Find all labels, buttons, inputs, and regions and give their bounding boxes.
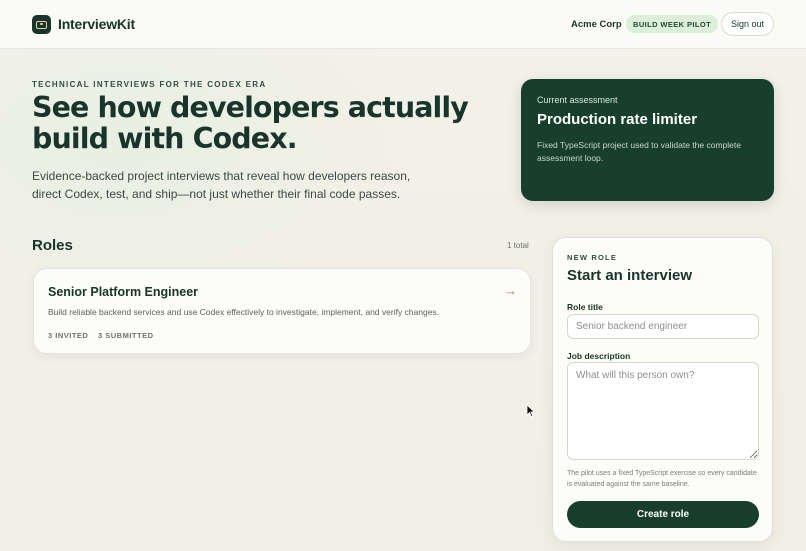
new-role-form: NEW ROLE Start an interview Role title J…	[552, 237, 773, 542]
mouse-pointer-icon	[526, 404, 536, 418]
sign-out-button[interactable]: Sign out	[721, 12, 774, 36]
assessment-label: Current assessment	[537, 95, 618, 105]
assessment-description: Fixed TypeScript project used to validat…	[537, 140, 741, 163]
hero-eyebrow: TECHNICAL INTERVIEWS FOR THE CODEX ERA	[32, 80, 267, 89]
hero-title: See how developers actually build with C…	[32, 91, 469, 155]
form-note: The pilot uses a fixed TypeScript exerci…	[567, 470, 757, 488]
form-eyebrow: NEW ROLE	[567, 253, 618, 262]
job-description-label: Job description	[567, 351, 631, 361]
role-invited-count: 3 INVITED	[48, 331, 89, 340]
pilot-badge: BUILD WEEK PILOT	[626, 15, 719, 33]
roles-heading: Roles	[32, 237, 73, 254]
roles-count: 1 total	[507, 241, 529, 250]
role-title-label: Role title	[567, 302, 603, 312]
role-submitted-count: 3 SUBMITTED	[98, 331, 154, 340]
job-description-textarea[interactable]	[567, 362, 759, 460]
brand-name: InterviewKit	[58, 16, 135, 32]
role-description: Build reliable backend services and use …	[48, 307, 440, 317]
organization-name: Acme Corp	[571, 19, 622, 30]
interviewkit-logo-icon	[32, 15, 51, 34]
role-card[interactable]: Senior Platform Engineer → Build reliabl…	[33, 268, 531, 354]
assessment-title: Production rate limiter	[537, 111, 698, 128]
form-heading: Start an interview	[567, 267, 693, 284]
current-assessment-card: Current assessment Production rate limit…	[521, 79, 774, 201]
role-name: Senior Platform Engineer	[48, 285, 199, 299]
arrow-right-icon: →	[504, 283, 517, 298]
role-title-input[interactable]	[567, 314, 759, 339]
create-role-button[interactable]: Create role	[567, 501, 759, 528]
hero-subtitle: Evidence-backed project interviews that …	[32, 169, 411, 201]
top-bar: InterviewKit Acme Corp BUILD WEEK PILOT …	[0, 0, 806, 49]
